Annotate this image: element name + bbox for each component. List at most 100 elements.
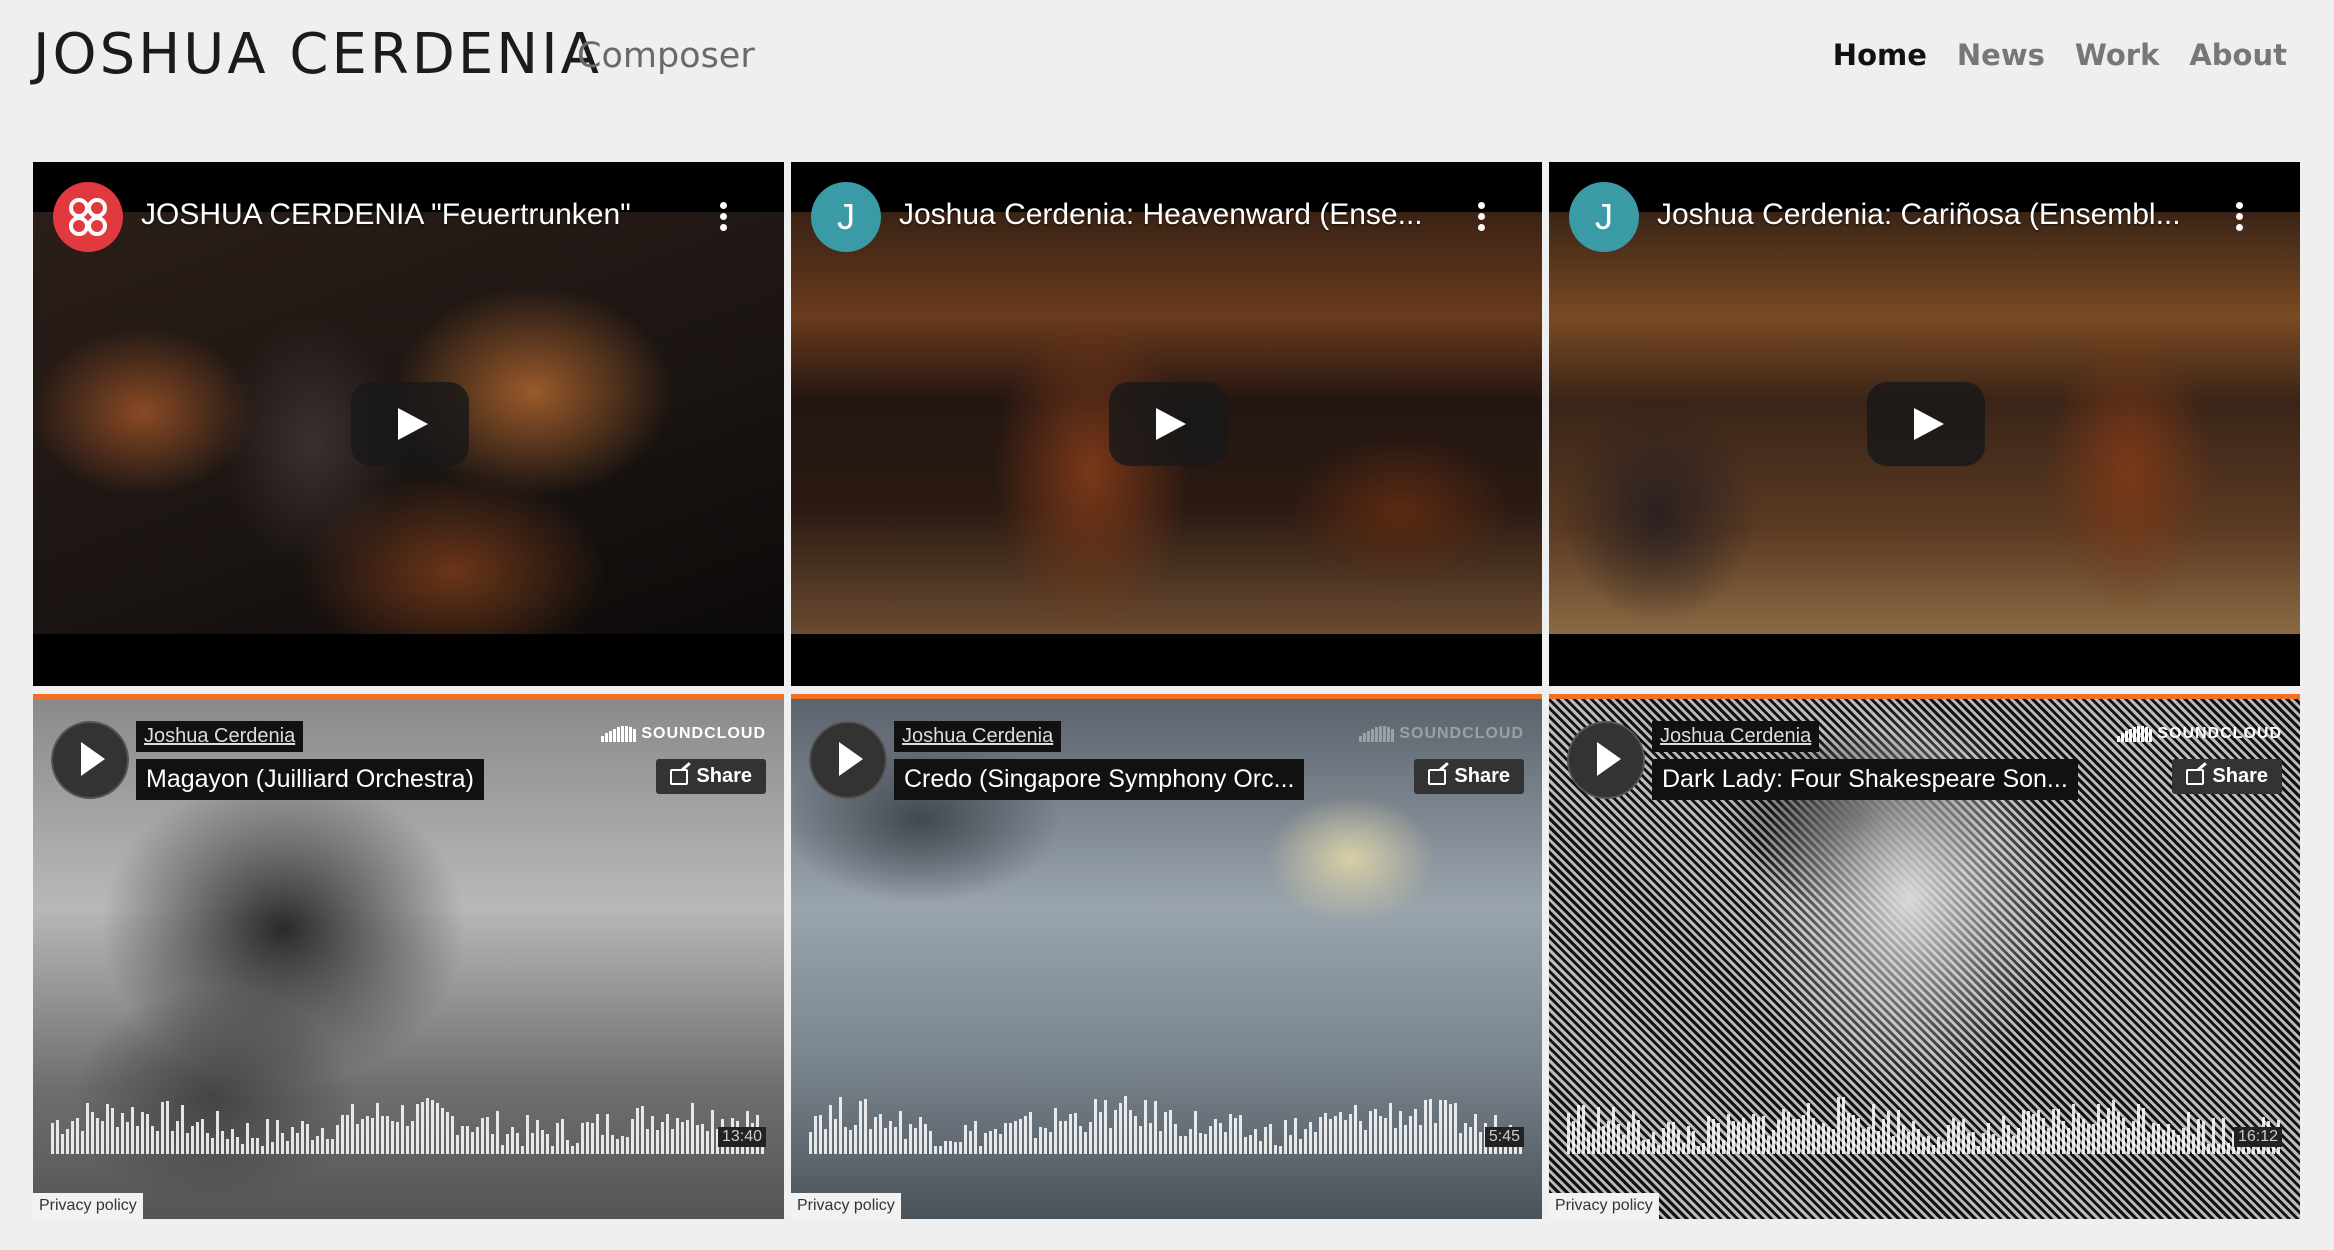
waveform-bar xyxy=(1339,1112,1342,1154)
waveform-bar xyxy=(266,1119,269,1154)
privacy-policy-link[interactable]: Privacy policy xyxy=(791,1193,901,1219)
waveform-bar xyxy=(636,1108,639,1154)
waveform-bar xyxy=(1702,1143,1705,1154)
soundcloud-embed-2: Joshua Cerdenia Credo (Singapore Symphon… xyxy=(791,694,1542,1219)
waveform-bar xyxy=(1009,1123,1012,1154)
waveform-bar xyxy=(984,1133,987,1154)
waveform-bar xyxy=(326,1139,329,1154)
waveform-bar xyxy=(1354,1105,1357,1154)
channel-avatar[interactable]: J xyxy=(811,182,881,252)
waveform-bar xyxy=(206,1133,209,1154)
waveform-bar xyxy=(461,1126,464,1154)
waveform-bar xyxy=(1139,1126,1142,1154)
waveform-bar xyxy=(446,1112,449,1154)
waveform-bar xyxy=(1757,1117,1760,1154)
waveform-bar xyxy=(909,1124,912,1154)
nav-home[interactable]: Home xyxy=(1833,38,1927,72)
waveform-bar xyxy=(844,1127,847,1154)
soundcloud-logo[interactable]: SOUNDCLOUD xyxy=(2117,725,2282,743)
youtube-embed-3[interactable]: J Joshua Cerdenia: Cariñosa (Ensembl... xyxy=(1549,162,2300,686)
waveform-bar xyxy=(441,1108,444,1154)
artist-link[interactable]: Joshua Cerdenia xyxy=(894,721,1062,752)
waveform-bar xyxy=(904,1139,907,1154)
waveform-bar xyxy=(2072,1104,2075,1154)
waveform-bar xyxy=(2177,1135,2180,1154)
track-title[interactable]: Magayon (Juilliard Orchestra) xyxy=(136,759,484,800)
waveform-bar xyxy=(56,1120,59,1154)
nav-about[interactable]: About xyxy=(2189,38,2287,72)
play-button[interactable] xyxy=(51,721,129,799)
waveform-bar xyxy=(1967,1133,1970,1154)
youtube-embed-1[interactable]: JOSHUA CERDENIA "Feuertrunken" xyxy=(33,162,784,686)
waveform-bar xyxy=(231,1129,234,1154)
artist-link[interactable]: Joshua Cerdenia xyxy=(136,721,304,752)
share-button[interactable]: Share xyxy=(656,759,766,794)
waveform-bar xyxy=(1309,1122,1312,1154)
waveform-bar xyxy=(1384,1118,1387,1154)
more-options-icon[interactable] xyxy=(720,202,728,235)
soundcloud-logo[interactable]: SOUNDCLOUD xyxy=(601,725,766,743)
waveform-bar xyxy=(1872,1104,1875,1154)
waveform-bar xyxy=(2067,1128,2070,1154)
nav-news[interactable]: News xyxy=(1957,38,2045,72)
waveform-bar xyxy=(521,1146,524,1154)
video-title[interactable]: JOSHUA CERDENIA "Feuertrunken" xyxy=(141,198,701,232)
waveform-bar xyxy=(611,1135,614,1154)
waveform-bar xyxy=(1429,1099,1432,1154)
play-button[interactable] xyxy=(1567,721,1645,799)
privacy-policy-link[interactable]: Privacy policy xyxy=(33,1193,143,1219)
nav-work[interactable]: Work xyxy=(2075,38,2159,72)
share-button[interactable]: Share xyxy=(1414,759,1524,794)
channel-avatar[interactable]: J xyxy=(1569,182,1639,252)
waveform-bar xyxy=(1917,1129,1920,1154)
waveform-bar xyxy=(919,1117,922,1154)
waveform[interactable] xyxy=(1567,1090,2282,1154)
play-button[interactable] xyxy=(809,721,887,799)
waveform-bar xyxy=(2117,1112,2120,1154)
waveform-bar xyxy=(616,1139,619,1154)
waveform-bar xyxy=(1099,1112,1102,1154)
waveform-bar xyxy=(1084,1132,1087,1154)
play-button[interactable] xyxy=(1109,382,1227,466)
waveform-bar xyxy=(1279,1146,1282,1154)
more-options-icon[interactable] xyxy=(1478,202,1486,235)
more-options-icon[interactable] xyxy=(2236,202,2244,235)
waveform-bar xyxy=(406,1126,409,1154)
waveform-bar xyxy=(1897,1110,1900,1154)
waveform-bar xyxy=(839,1097,842,1154)
youtube-embed-2[interactable]: J Joshua Cerdenia: Heavenward (Ense... xyxy=(791,162,1542,686)
privacy-policy-link[interactable]: Privacy policy xyxy=(1549,1193,1659,1219)
track-duration: 13:40 xyxy=(717,1127,766,1147)
waveform-bar xyxy=(51,1123,54,1154)
waveform-bar xyxy=(106,1104,109,1154)
artist-link[interactable]: Joshua Cerdenia xyxy=(1652,721,1820,752)
waveform[interactable] xyxy=(809,1090,1524,1154)
waveform-bar xyxy=(914,1128,917,1154)
waveform-bar xyxy=(1209,1126,1212,1154)
waveform-bar xyxy=(1399,1111,1402,1154)
soundcloud-logo[interactable]: SOUNDCLOUD xyxy=(1359,725,1524,743)
waveform-bar xyxy=(2087,1124,2090,1154)
waveform-bar xyxy=(1847,1113,1850,1154)
track-title[interactable]: Credo (Singapore Symphony Orc... xyxy=(894,759,1305,800)
waveform-bar xyxy=(2142,1108,2145,1154)
waveform-bar xyxy=(1439,1100,1442,1154)
track-title[interactable]: Dark Lady: Four Shakespeare Son... xyxy=(1652,759,2078,800)
share-button[interactable]: Share xyxy=(2172,759,2282,794)
waveform[interactable] xyxy=(51,1090,766,1154)
video-title[interactable]: Joshua Cerdenia: Heavenward (Ense... xyxy=(899,198,1459,232)
waveform-bar xyxy=(686,1120,689,1154)
waveform-bar xyxy=(216,1111,219,1154)
waveform-bar xyxy=(506,1134,509,1154)
waveform-bar xyxy=(1902,1125,1905,1154)
waveform-bar xyxy=(824,1129,827,1154)
play-button[interactable] xyxy=(1867,382,1985,466)
play-button[interactable] xyxy=(351,382,469,466)
channel-logo-icon[interactable] xyxy=(53,182,123,252)
waveform-bar xyxy=(1787,1112,1790,1154)
waveform-bar xyxy=(1069,1114,1072,1154)
site-title[interactable]: JOSHUA CERDENIA xyxy=(33,22,602,87)
waveform-bar xyxy=(1404,1125,1407,1154)
waveform-bar xyxy=(661,1122,664,1154)
video-title[interactable]: Joshua Cerdenia: Cariñosa (Ensembl... xyxy=(1657,198,2217,232)
